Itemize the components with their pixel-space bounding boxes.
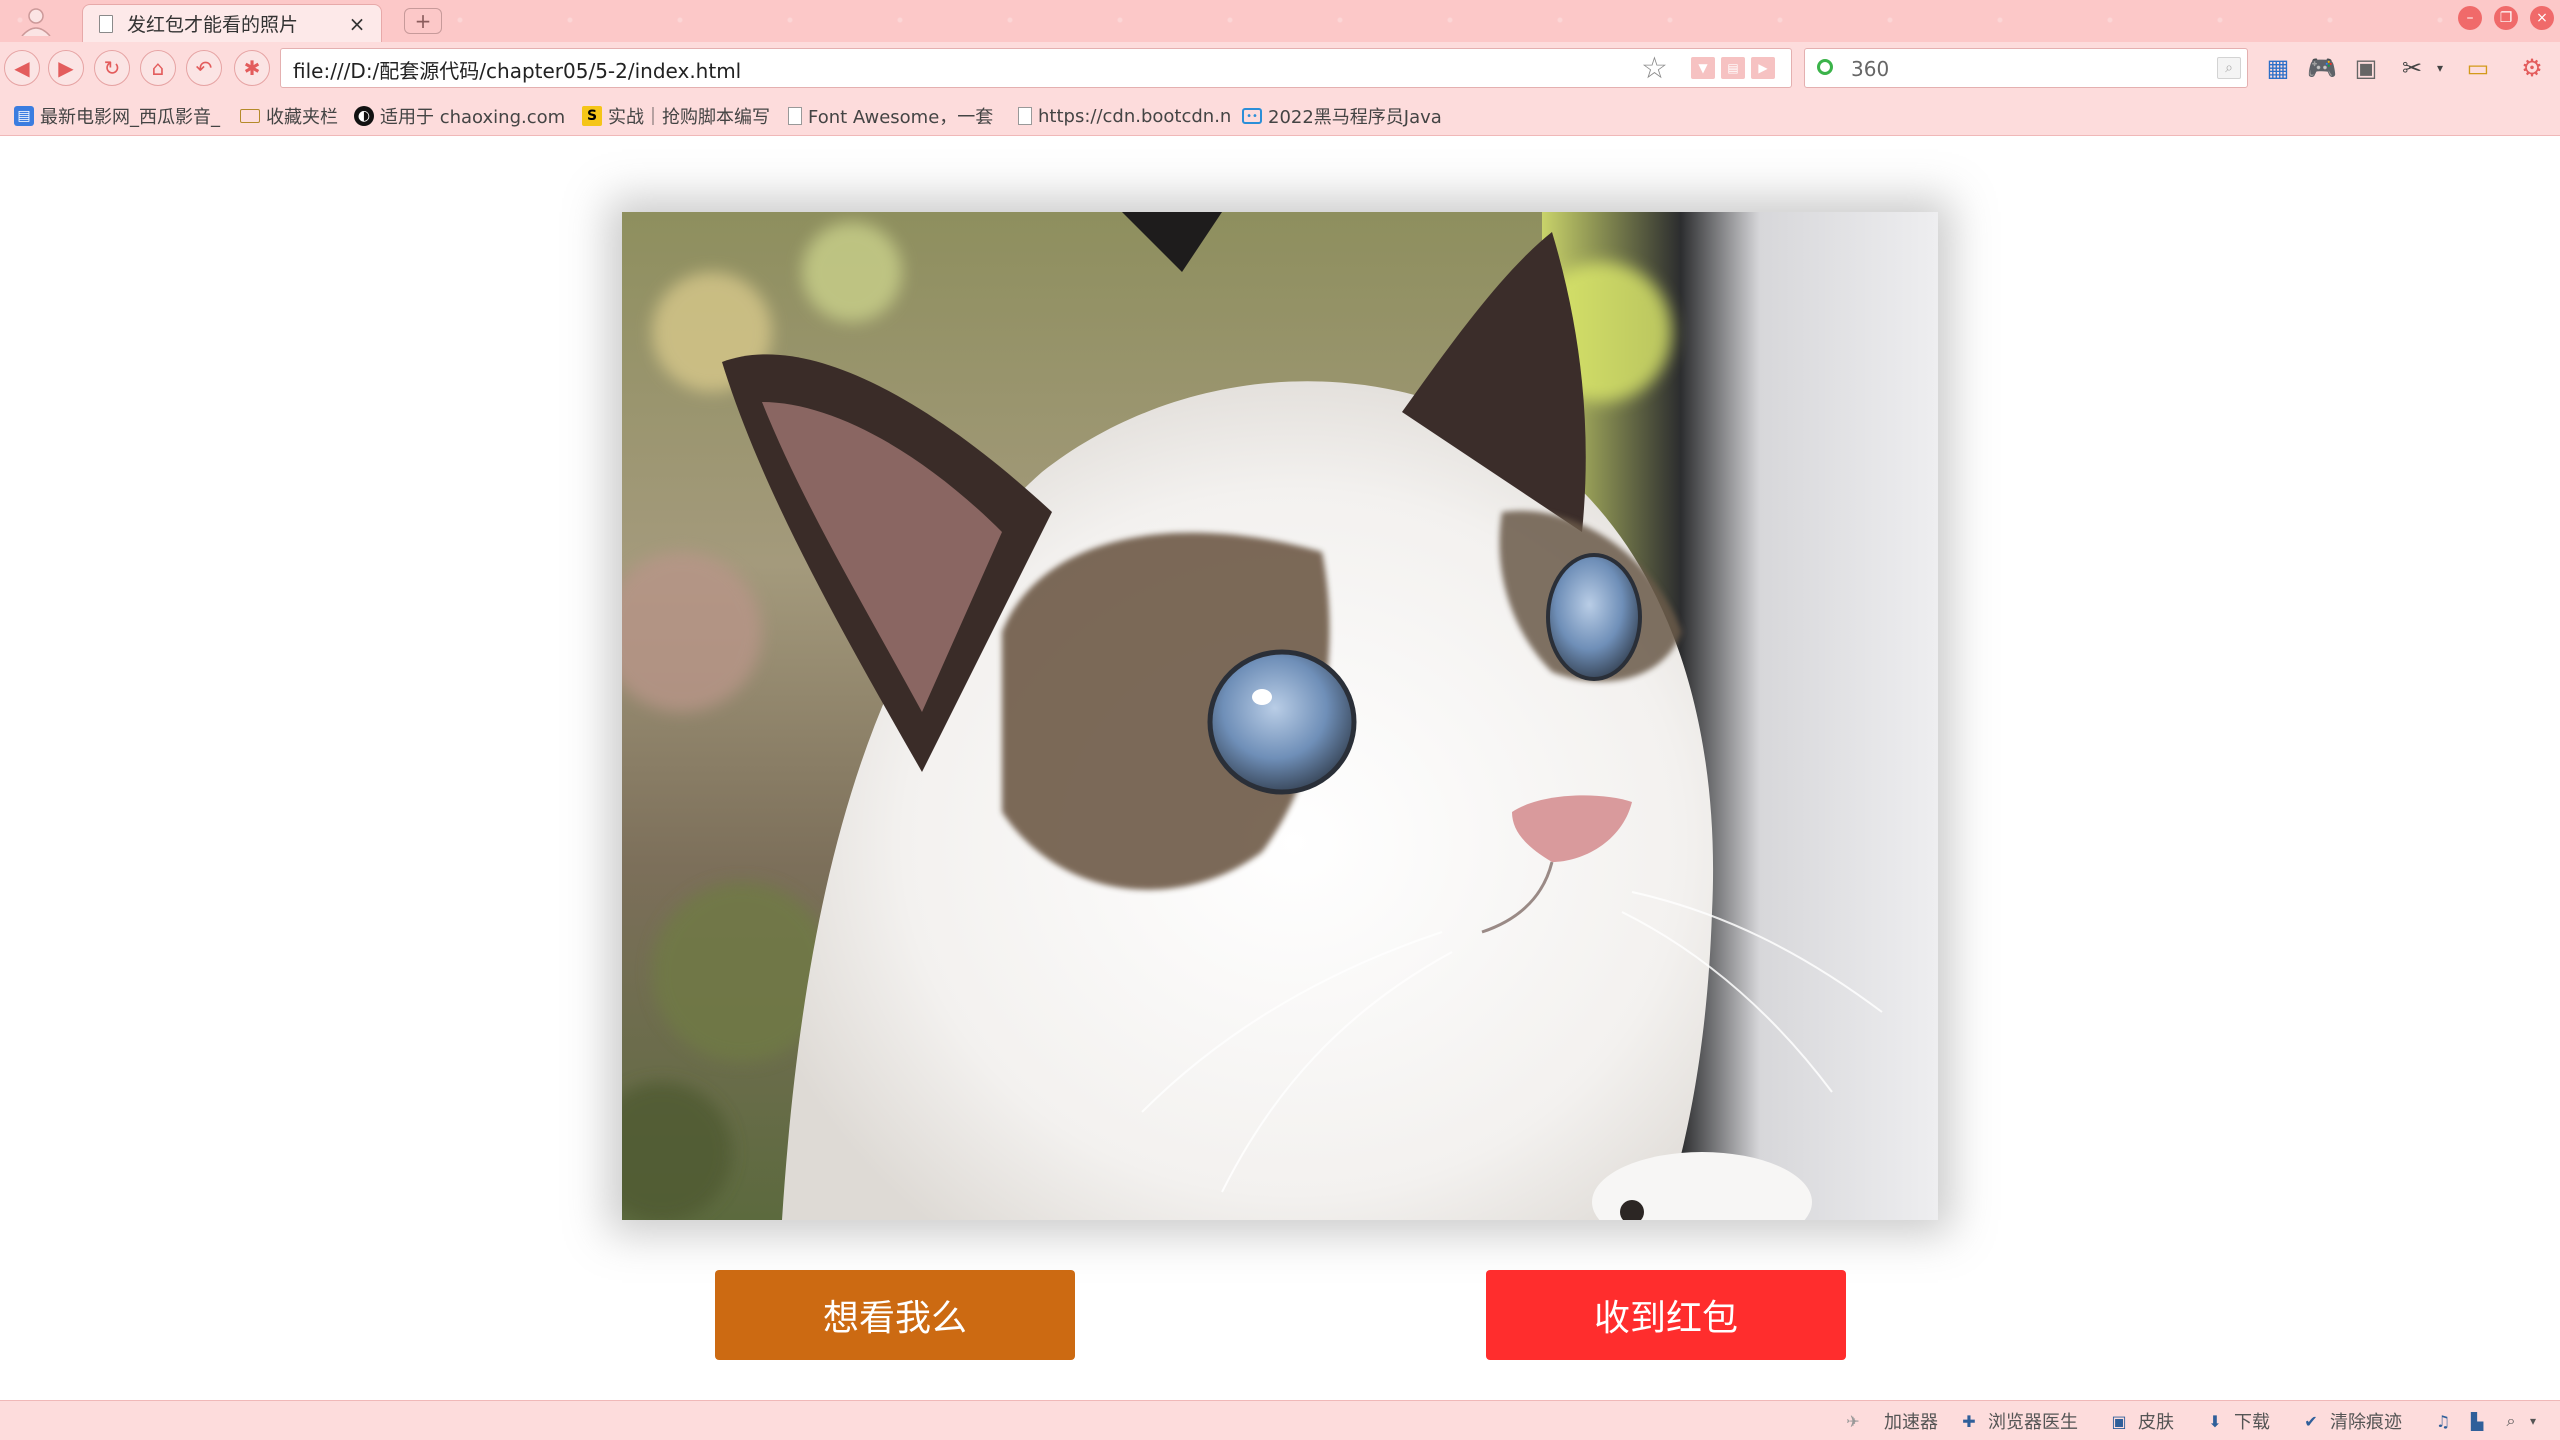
home-icon[interactable]: ⌂ <box>140 50 176 86</box>
navigation-bar: ◀ ▶ ↻ ⌂ ↶ ✱ ☆ ▼ ▤ ▶ ⌕ ▦ 🎮 ▣ ✂ ▾ ▭ ⚙ <box>0 42 2560 96</box>
search-input[interactable] <box>1849 54 2193 84</box>
browser-doctor-button[interactable]: ✚ 浏览器医生 <box>1958 1409 2078 1434</box>
clear-traces-button[interactable]: ✔ 清除痕迹 <box>2300 1409 2402 1434</box>
user-avatar-icon[interactable] <box>8 4 64 38</box>
settings-gear-icon[interactable]: ⚙ <box>2516 52 2548 84</box>
address-bar[interactable]: ☆ ▼ ▤ ▶ <box>280 48 1792 88</box>
scissors-icon[interactable]: ✂ <box>2396 52 2428 84</box>
broom-icon: ✔ <box>2304 1411 2318 1431</box>
doctor-icon: ✚ <box>1962 1411 1976 1431</box>
bookmark-item[interactable]: ◐ 适用于 chaoxing.com <box>354 102 566 130</box>
accelerator-label: 加速器 <box>1884 1412 1938 1433</box>
bookmark-label: Font Awesome，一套 <box>808 107 994 128</box>
zoom-chevron-down-icon[interactable]: ▾ <box>2530 1409 2536 1433</box>
download-icon: ⬇ <box>2208 1411 2222 1431</box>
skin-icon: ▣ <box>2111 1411 2127 1431</box>
zoom-icon[interactable]: ⌕ <box>2500 1409 2530 1433</box>
rss-icon[interactable]: ▤ <box>1721 57 1745 79</box>
tab-bar: 发红包才能看的照片 × + – ❐ × <box>0 0 2560 42</box>
skin-label: 皮肤 <box>2138 1412 2174 1433</box>
status-bar: ✈ 加速器 ✚ 浏览器医生 ▣ 皮肤 ⬇ 下载 ✔ 清除痕迹 ♫ ▙ ⌕ ▾ <box>0 1400 2560 1440</box>
battery-icon[interactable]: ▭ <box>2462 52 2494 84</box>
refresh-icon[interactable]: ↻ <box>94 50 130 86</box>
bookmark-item[interactable]: ▤ 最新电影网_西瓜影音_ <box>14 102 230 130</box>
extension-icon[interactable]: ▣ <box>2350 52 2382 84</box>
browser-tab[interactable]: 发红包才能看的照片 × <box>82 4 382 42</box>
rocket-icon[interactable]: ✈ <box>1842 1409 1872 1433</box>
site-icon: ▤ <box>14 106 34 126</box>
screenshot-icon[interactable]: ▙ <box>2466 1409 2496 1433</box>
page-icon <box>788 107 802 125</box>
bookmark-item[interactable]: https://cdn.bootcdn.n <box>1018 102 1232 130</box>
forward-icon[interactable]: ▶ <box>48 50 84 86</box>
tab-title: 发红包才能看的照片 <box>127 14 299 36</box>
bookmark-folder[interactable]: 收藏夹栏 <box>240 102 350 130</box>
star-icon[interactable]: ☆ <box>1641 51 1668 86</box>
undo-close-icon[interactable]: ↶ <box>186 50 222 86</box>
play-icon[interactable]: ▶ <box>1751 57 1775 79</box>
cat-photo <box>622 212 1938 1220</box>
bookmark-label: 实战｜抢购脚本编写 <box>608 107 770 128</box>
bookmark-item[interactable]: S 实战｜抢购脚本编写 <box>582 102 778 130</box>
bookmark-label: 2022黑马程序员Java <box>1268 107 1442 128</box>
bookmark-label: 最新电影网_西瓜影音_ <box>40 107 220 128</box>
tv-icon: •• <box>1242 108 1262 124</box>
download-label: 下载 <box>2234 1412 2270 1433</box>
page-icon <box>99 14 113 33</box>
clear-label: 清除痕迹 <box>2330 1412 2402 1433</box>
bookmark-label: 收藏夹栏 <box>266 107 338 128</box>
doctor-label: 浏览器医生 <box>1988 1412 2078 1433</box>
game-icon[interactable]: 🎮 <box>2306 52 2338 84</box>
search-engine-logo-icon <box>1817 59 1833 75</box>
bookmark-label: https://cdn.bootcdn.n <box>1038 105 1232 127</box>
page-content: 想看我么 收到红包 <box>0 136 2560 1400</box>
apps-icon[interactable]: ▦ <box>2262 52 2294 84</box>
minimize-button[interactable]: – <box>2458 6 2482 30</box>
bookmark-item[interactable]: •• 2022黑马程序员Java <box>1242 102 1448 130</box>
site-icon: S <box>582 106 602 126</box>
folder-icon <box>240 109 260 123</box>
bookmark-label: 适用于 chaoxing.com <box>380 107 566 128</box>
received-red-packet-button[interactable]: 收到红包 <box>1486 1270 1846 1360</box>
site-icon: ◐ <box>354 106 374 126</box>
download-button[interactable]: ⬇ 下载 <box>2204 1409 2270 1434</box>
restore-button[interactable]: ❐ <box>2494 6 2518 30</box>
window-close-button[interactable]: × <box>2530 6 2554 30</box>
back-icon[interactable]: ◀ <box>4 50 40 86</box>
bookmarks-bar: ▤ 最新电影网_西瓜影音_ 收藏夹栏 ◐ 适用于 chaoxing.com S … <box>0 96 2560 136</box>
search-icon[interactable]: ⌕ <box>2217 57 2241 79</box>
page-icon <box>1018 107 1032 125</box>
skin-button[interactable]: ▣ 皮肤 <box>2108 1409 2174 1434</box>
address-input[interactable] <box>291 54 1595 84</box>
see-me-button[interactable]: 想看我么 <box>715 1270 1075 1360</box>
chevron-down-icon[interactable]: ▾ <box>2430 52 2450 84</box>
search-box[interactable]: ⌕ <box>1804 48 2248 88</box>
favorites-icon[interactable]: ✱ <box>234 50 270 86</box>
bookmark-item[interactable]: Font Awesome，一套 <box>788 102 1002 130</box>
volume-icon[interactable]: ♫ <box>2432 1409 2462 1433</box>
new-tab-button[interactable]: + <box>404 8 442 34</box>
accelerator-button[interactable]: 加速器 <box>1884 1409 1938 1433</box>
reader-icon[interactable]: ▼ <box>1691 57 1715 79</box>
tab-close-icon[interactable]: × <box>347 12 367 36</box>
